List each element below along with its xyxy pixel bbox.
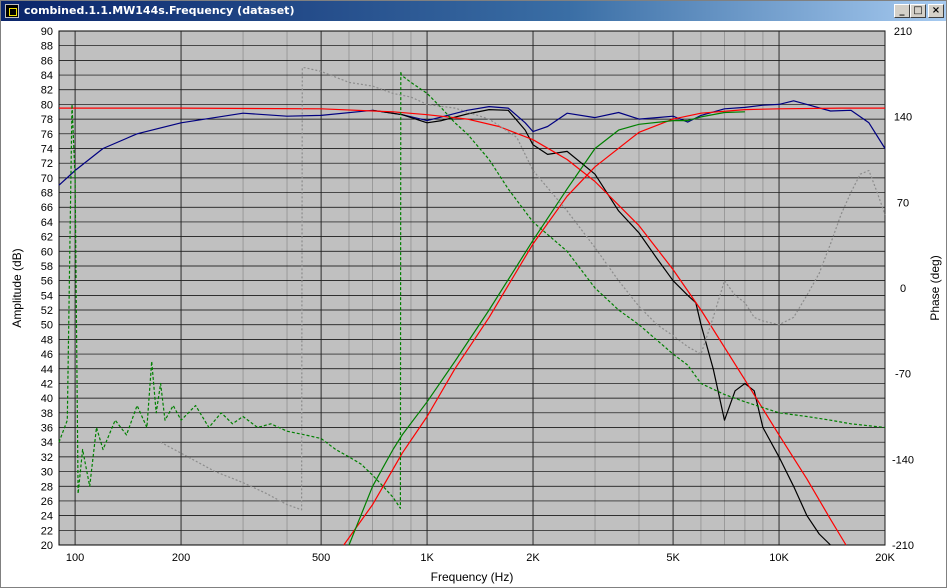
y2-tick-label: 0 <box>900 283 906 295</box>
y-tick-label: 42 <box>41 378 53 390</box>
y-tick-label: 74 <box>41 143 53 155</box>
maximize-button[interactable]: □ <box>910 4 926 18</box>
y2-tick-label: 210 <box>894 26 912 38</box>
y-tick-label: 24 <box>41 511 53 523</box>
y-tick-label: 30 <box>41 467 53 479</box>
y2-tick-label: -70 <box>895 369 911 381</box>
y-tick-label: 36 <box>41 423 53 435</box>
x-tick-label: 200 <box>172 552 190 564</box>
y-tick-label: 26 <box>41 496 53 508</box>
y-tick-label: 78 <box>41 114 53 126</box>
x-tick-label: 5K <box>666 552 680 564</box>
y-tick-label: 84 <box>41 70 53 82</box>
y2-tick-label: -140 <box>892 454 914 466</box>
x-tick-label: 100 <box>66 552 84 564</box>
y-tick-label: 56 <box>41 276 53 288</box>
y2-tick-label: 140 <box>894 112 912 124</box>
x-tick-label: 2K <box>526 552 540 564</box>
y-tick-label: 34 <box>41 437 53 449</box>
x-axis-label: Frequency (Hz) <box>431 570 514 584</box>
x-tick-label: 10K <box>769 552 789 564</box>
y-tick-label: 32 <box>41 452 53 464</box>
y-tick-label: 70 <box>41 173 53 185</box>
y-tick-label: 72 <box>41 158 53 170</box>
y-tick-label: 50 <box>41 320 53 332</box>
x-tick-label: 20K <box>875 552 895 564</box>
y-tick-label: 58 <box>41 261 53 273</box>
y-tick-label: 76 <box>41 129 53 141</box>
x-tick-label: 1K <box>420 552 434 564</box>
chart-window: combined.1.1.MW144s.Frequency (dataset) … <box>0 0 947 588</box>
y-tick-label: 82 <box>41 85 53 97</box>
y-tick-label: 88 <box>41 41 53 53</box>
y-tick-label: 54 <box>41 290 53 302</box>
y-tick-label: 28 <box>41 481 53 493</box>
close-button[interactable]: × <box>928 4 944 18</box>
app-icon[interactable] <box>5 4 19 18</box>
title-bar[interactable]: combined.1.1.MW144s.Frequency (dataset) … <box>1 1 946 21</box>
y-tick-label: 64 <box>41 217 53 229</box>
frequency-chart: 20 22 24 26 28 30 32 34 36 38 40 42 44 46 48 50 52 54 56 58… <box>10 26 942 584</box>
x-tick-label: 500 <box>312 552 330 564</box>
window-title: combined.1.1.MW144s.Frequency (dataset) <box>24 4 295 17</box>
y2-tick-label: -210 <box>892 540 914 552</box>
y2-axis-label: Phase (deg) <box>928 255 942 320</box>
y-tick-label: 44 <box>41 364 53 376</box>
y-tick-label: 90 <box>41 26 53 38</box>
y-tick-label: 86 <box>41 55 53 67</box>
minimize-button[interactable]: _ <box>894 4 910 18</box>
y-tick-label: 66 <box>41 202 53 214</box>
y-tick-label: 68 <box>41 188 53 200</box>
y-tick-label: 48 <box>41 334 53 346</box>
y-tick-label: 46 <box>41 349 53 361</box>
y-tick-label: 80 <box>41 99 53 111</box>
y-tick-label: 62 <box>41 232 53 244</box>
y-tick-label: 60 <box>41 246 53 258</box>
y-tick-label: 20 <box>41 540 53 552</box>
y2-tick-label: 70 <box>897 197 909 209</box>
y-axis-label: Amplitude (dB) <box>10 248 24 327</box>
y-tick-label: 38 <box>41 408 53 420</box>
y-tick-label: 40 <box>41 393 53 405</box>
y-tick-label: 22 <box>41 525 53 537</box>
y-tick-label: 52 <box>41 305 53 317</box>
